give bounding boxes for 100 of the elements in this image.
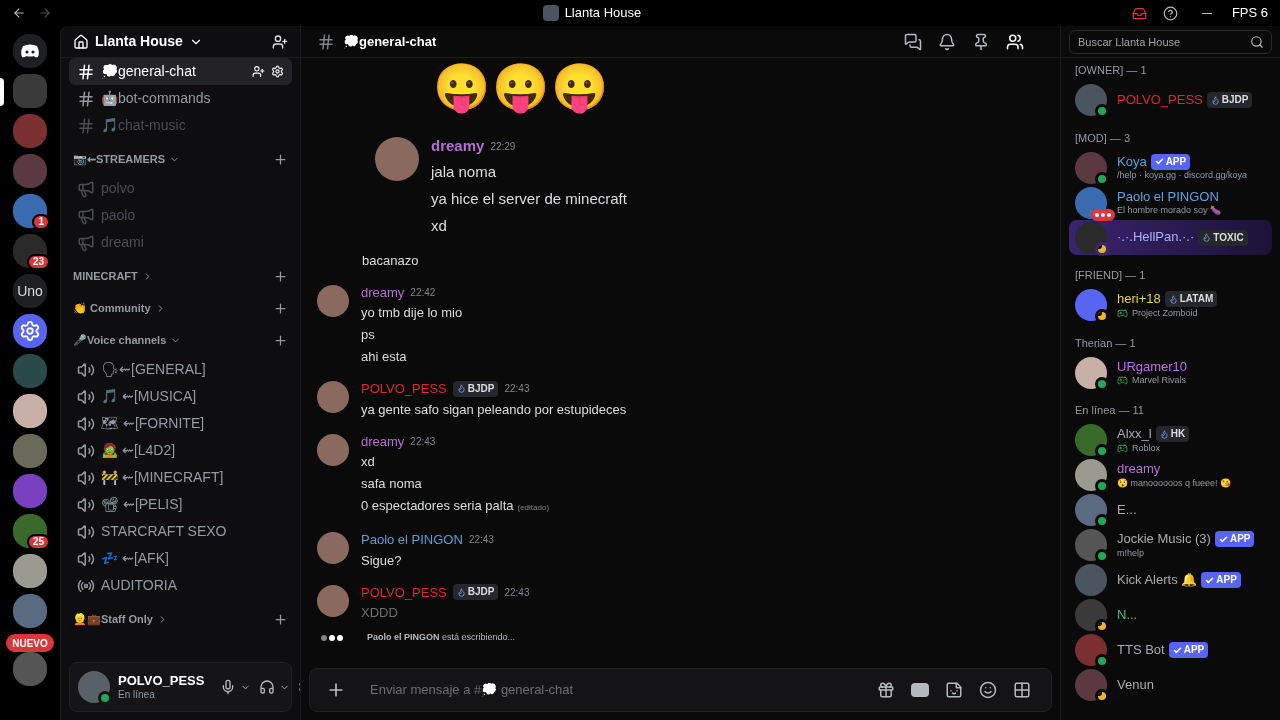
- timestamp: 22:42: [410, 285, 436, 300]
- message-text: yo tmb dije lo mio: [361, 304, 463, 322]
- channel-title: 💭general-chat: [343, 32, 437, 51]
- channel-item[interactable]: STARCRAFT SEXO: [69, 518, 292, 545]
- member-activity: Project Zomboid: [1132, 307, 1198, 319]
- server-name[interactable]: Llanta House: [95, 31, 183, 52]
- timestamp: 22:29: [490, 139, 516, 154]
- server-tag: BJDP: [1206, 92, 1253, 108]
- member-row[interactable]: Venun: [1069, 667, 1272, 703]
- server-button[interactable]: Uno: [13, 274, 47, 308]
- message-text: xd: [361, 453, 376, 471]
- author-name[interactable]: dreamy: [431, 135, 485, 158]
- member-row[interactable]: Koya APP /help · koya.gg · discord.gg/koya: [1069, 150, 1272, 185]
- message-text: Sigue?: [361, 551, 403, 570]
- member-row[interactable]: heri+18 LATAM Project Zomboid: [1069, 287, 1272, 323]
- member-name: Kick Alerts 🔔: [1117, 571, 1198, 589]
- member-activity: /help · koya.gg · discord.gg/koya: [1117, 170, 1248, 182]
- channel-item[interactable]: 💭general-chat: [69, 58, 292, 85]
- message-text: ahi esta: [361, 348, 408, 366]
- member-name: dreamy: [1117, 461, 1161, 478]
- timestamp: 22:43: [410, 434, 436, 449]
- author-name[interactable]: POLVO_PESS: [361, 582, 447, 602]
- member-activity: Marvel Rivals: [1132, 375, 1186, 387]
- timestamp: 22:43: [468, 533, 494, 548]
- app-badge: APP: [1201, 572, 1241, 588]
- window-title: Llanta House: [564, 4, 642, 23]
- member-row[interactable]: POLVO_PESS BJDP: [1069, 82, 1272, 118]
- member-name: E...: [1117, 501, 1137, 519]
- category-header[interactable]: MINECRAFT: [73, 267, 138, 285]
- member-name: TTS Bot: [1117, 641, 1165, 659]
- username: POLVO_PESS: [118, 672, 205, 689]
- unread-count-badge: 25: [26, 534, 50, 550]
- channel-item[interactable]: AUDITORIA: [69, 572, 292, 599]
- server-tag: BJDP: [452, 380, 499, 397]
- channel-item[interactable]: 🚧 ⇜[MINECRAFT]: [69, 464, 292, 491]
- channel-item[interactable]: 🧟 ⇜[L4D2]: [69, 437, 292, 464]
- member-row[interactable]: TTS Bot APP: [1069, 632, 1272, 668]
- member-group-header: Therian — 1: [1074, 335, 1137, 351]
- author-name[interactable]: dreamy: [361, 282, 405, 302]
- message-input[interactable]: Enviar mensaje a #💭 general-chat: [370, 680, 865, 700]
- timestamp: 22:43: [504, 585, 530, 600]
- member-row[interactable]: Alxx_l HK Roblox: [1069, 422, 1272, 458]
- server-tag: TOXIC: [1198, 229, 1248, 246]
- category-header[interactable]: 👱💼Staff Only: [73, 610, 153, 628]
- member-group-header: [FRIEND] — 1: [1074, 268, 1147, 283]
- channel-item[interactable]: 🎵 ⇜[MUSICA]: [69, 383, 292, 410]
- member-name: N...: [1117, 606, 1138, 624]
- category-header[interactable]: 👏 Community: [73, 299, 151, 317]
- member-row[interactable]: Kick Alerts 🔔 APP: [1069, 562, 1272, 598]
- channel-item[interactable]: 📽 ⇜[PELIS]: [69, 491, 292, 518]
- timestamp: 22:43: [504, 382, 530, 397]
- message-text: ya gente safo sigan peleando por estupideces: [361, 400, 627, 419]
- member-activity: m!help: [1117, 547, 1144, 559]
- app-badge: APP: [1150, 153, 1191, 170]
- member-row[interactable]: E...: [1069, 492, 1272, 528]
- member-group-header: [OWNER] — 1: [1074, 63, 1148, 78]
- member-name: Venun: [1117, 676, 1154, 694]
- category-header[interactable]: 📷⇜STREAMERS: [73, 150, 166, 168]
- fps-counter: FPS 6: [1231, 4, 1268, 23]
- server-tag: BJDP: [452, 584, 499, 601]
- search-field[interactable]: Buscar Llanta House: [1069, 29, 1272, 54]
- app-badge: APP: [1214, 531, 1255, 548]
- member-group-header: [MOD] — 3: [1074, 130, 1131, 146]
- channel-item[interactable]: 🗺 ⇜[FORNITE]: [69, 410, 292, 437]
- member-row[interactable]: ·.·.HellPan.·.· TOXIC: [1069, 220, 1272, 255]
- category-header[interactable]: 🎤Voice channels: [73, 331, 167, 349]
- message-text: 0 espectadores seria palta (editado): [361, 497, 550, 515]
- message-bar[interactable]: Enviar mensaje a #💭 general-chat: [309, 668, 1052, 712]
- typing-indicator: Paolo el PINGON está escribiendo...: [367, 631, 516, 644]
- member-name: ·.·.HellPan.·.·: [1117, 229, 1195, 246]
- member-activity: 😯 manoooooos q fueee! 😘: [1117, 477, 1232, 489]
- member-name: POLVO_PESS: [1117, 91, 1203, 109]
- message-text: XDDD: [361, 604, 399, 622]
- server-tag: LATAM: [1164, 291, 1218, 308]
- member-row[interactable]: Jockie Music (3) APP m!help: [1069, 527, 1272, 563]
- channel-item[interactable]: 💤 ⇜[AFK]: [69, 545, 292, 572]
- member-name: Jockie Music (3): [1117, 531, 1211, 548]
- new-badge: NUEVO: [6, 634, 54, 652]
- app-badge: APP: [1168, 642, 1209, 658]
- unread-count-badge: 1: [32, 214, 50, 230]
- member-activity: Roblox: [1132, 442, 1160, 454]
- member-row[interactable]: N...: [1069, 597, 1272, 633]
- author-name[interactable]: Paolo el PINGON: [361, 530, 463, 550]
- user-status-text: En línea: [118, 688, 156, 702]
- member-row[interactable]: URgamer10 Marvel Rivals: [1069, 355, 1272, 390]
- message-text: ya hice el server de minecraft: [431, 188, 627, 209]
- message-text: bacanazo: [362, 251, 420, 270]
- channel-item[interactable]: 🤖bot-commands: [69, 85, 292, 112]
- member-name: Alxx_l: [1117, 426, 1152, 443]
- emoji: 😛: [551, 60, 608, 116]
- member-row[interactable]: Paolo el PINGON El hombre morado soy 🍆: [1069, 185, 1272, 220]
- channel-item[interactable]: 🗣⇜[GENERAL]: [69, 356, 292, 383]
- unread-count-badge: 23: [26, 254, 50, 270]
- author-name[interactable]: POLVO_PESS: [361, 379, 447, 399]
- message-text: safa noma: [361, 475, 423, 493]
- member-name: Koya: [1117, 153, 1147, 170]
- author-name[interactable]: dreamy: [361, 431, 405, 451]
- member-name: heri+18: [1117, 291, 1161, 308]
- server-tag: HK: [1155, 426, 1190, 443]
- member-row[interactable]: dreamy 😯 manoooooos q fueee! 😘: [1069, 457, 1272, 493]
